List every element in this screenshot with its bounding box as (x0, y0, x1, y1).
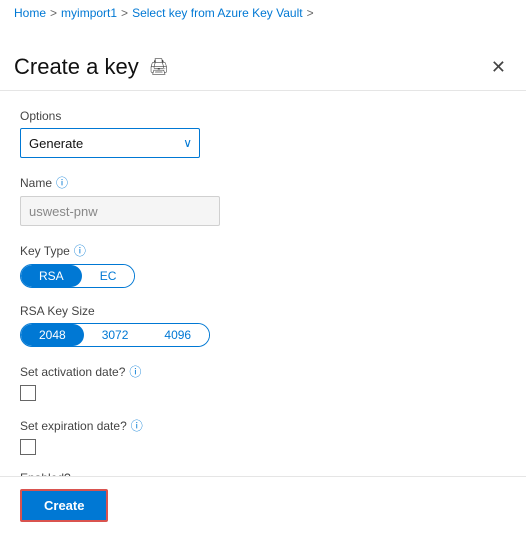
rsa-size-3072[interactable]: 3072 (84, 324, 147, 346)
name-input[interactable] (20, 196, 220, 226)
activation-checkbox[interactable] (20, 385, 36, 401)
page-title: Create a key (14, 54, 139, 80)
create-key-panel: Home > myimport1 > Select key from Azure… (0, 0, 526, 534)
print-icon[interactable]: 🖨 (149, 57, 169, 77)
key-type-info-icon[interactable]: ⓘ (74, 242, 86, 259)
rsa-key-size-label: RSA Key Size (20, 304, 506, 318)
options-select[interactable]: Generate Import (20, 128, 200, 158)
key-type-rsa[interactable]: RSA (21, 265, 82, 287)
breadcrumb-import1[interactable]: myimport1 (61, 6, 117, 20)
rsa-size-4096[interactable]: 4096 (146, 324, 209, 346)
name-info-icon[interactable]: ⓘ (56, 174, 68, 191)
name-label: Name ⓘ (20, 174, 506, 191)
breadcrumb-sep3: > (307, 6, 314, 20)
breadcrumb-home[interactable]: Home (14, 6, 46, 20)
key-type-field: Key Type ⓘ RSA EC (20, 242, 506, 288)
panel-title-group: Create a key 🖨 (14, 54, 169, 80)
activation-info-icon[interactable]: ⓘ (129, 363, 141, 380)
breadcrumb-select-key[interactable]: Select key from Azure Key Vault (132, 6, 303, 20)
rsa-key-size-toggle: 2048 3072 4096 (20, 323, 210, 347)
key-type-toggle: RSA EC (20, 264, 135, 288)
create-button[interactable]: Create (20, 489, 108, 522)
expiration-date-label: Set expiration date? ⓘ (20, 417, 506, 434)
panel-body: Options Generate Import ∨ Name ⓘ Key Typ… (0, 91, 526, 515)
panel-header: Create a key 🖨 ✕ (0, 26, 526, 91)
name-field: Name ⓘ (20, 174, 506, 226)
options-field: Options Generate Import ∨ (20, 109, 506, 158)
breadcrumb-sep2: > (121, 6, 128, 20)
rsa-key-size-field: RSA Key Size 2048 3072 4096 (20, 304, 506, 347)
options-select-wrapper: Generate Import ∨ (20, 128, 200, 158)
breadcrumb: Home > myimport1 > Select key from Azure… (0, 0, 526, 26)
close-button[interactable]: ✕ (491, 58, 506, 76)
options-label: Options (20, 109, 506, 123)
expiration-info-icon[interactable]: ⓘ (131, 417, 143, 434)
breadcrumb-sep1: > (50, 6, 57, 20)
key-type-ec[interactable]: EC (82, 265, 135, 287)
activation-date-field: Set activation date? ⓘ (20, 363, 506, 401)
key-type-label: Key Type ⓘ (20, 242, 506, 259)
activation-checkbox-row (20, 385, 506, 401)
expiration-checkbox[interactable] (20, 439, 36, 455)
expiration-checkbox-row (20, 439, 506, 455)
activation-date-label: Set activation date? ⓘ (20, 363, 506, 380)
rsa-size-2048[interactable]: 2048 (21, 324, 84, 346)
panel-footer: Create (0, 476, 526, 534)
expiration-date-field: Set expiration date? ⓘ (20, 417, 506, 455)
